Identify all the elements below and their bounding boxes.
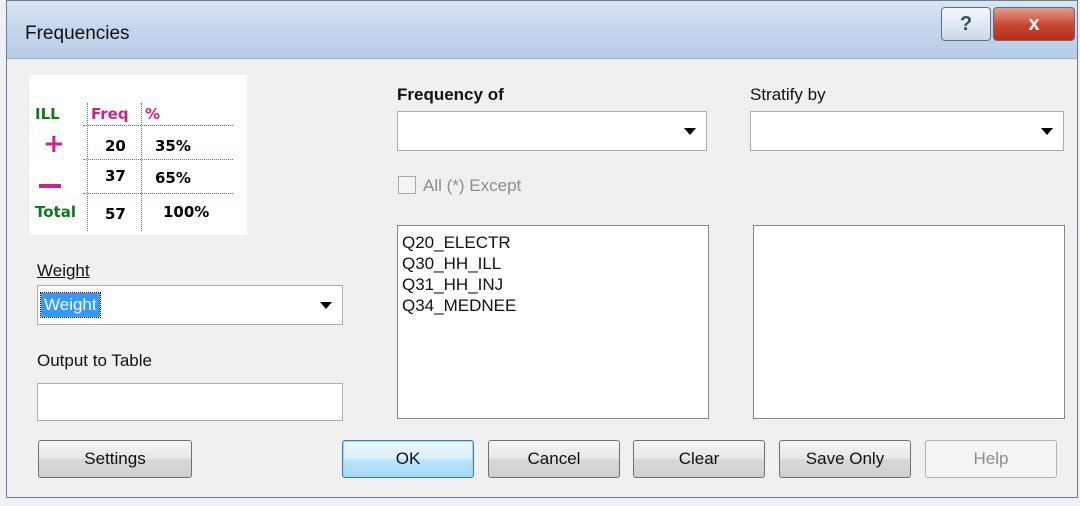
- output-table-input[interactable]: [37, 383, 343, 421]
- sample-row-negative-pct: 65%: [155, 169, 191, 187]
- sample-row-total-freq: 57: [105, 205, 126, 223]
- save-only-button[interactable]: Save Only: [779, 440, 911, 478]
- help-button[interactable]: Help: [925, 440, 1057, 478]
- sample-row-positive-freq: 20: [105, 137, 126, 155]
- sample-row-total-label: Total: [35, 203, 76, 221]
- cancel-button[interactable]: Cancel: [488, 440, 620, 478]
- chevron-down-icon[interactable]: [684, 128, 696, 135]
- dialog-body: ILL Freq % + 20 35% 37 65% Total 57 100%…: [7, 59, 1077, 497]
- clear-button[interactable]: Clear: [633, 440, 765, 478]
- stratify-by-combo[interactable]: [750, 111, 1064, 151]
- sample-header-pct: %: [145, 105, 161, 123]
- frequencies-dialog: Frequencies ? x ILL Freq % + 20 35% 37 6…: [6, 0, 1078, 498]
- sample-row-negative-label: [39, 174, 61, 192]
- stratify-by-value: [754, 119, 760, 143]
- output-table-label: Output to Table: [37, 351, 152, 370]
- sample-divider: [83, 159, 233, 160]
- variable-listbox[interactable]: Q20_ELECTR Q30_HH_ILL Q31_HH_INJ Q34_MED…: [397, 225, 709, 419]
- weight-combo-value: Weight: [40, 292, 101, 318]
- sample-divider: [87, 103, 88, 231]
- sample-row-total-pct: 100%: [163, 203, 210, 221]
- list-item[interactable]: Q20_ELECTR: [398, 232, 708, 253]
- weight-label-text: Weight: [37, 261, 90, 280]
- sample-row-negative-freq: 37: [105, 167, 126, 185]
- all-except-checkbox[interactable]: [398, 176, 416, 194]
- chevron-down-icon[interactable]: [1041, 128, 1053, 135]
- sample-divider: [141, 103, 142, 231]
- minus-icon: [39, 184, 61, 188]
- stratify-listbox[interactable]: [753, 225, 1065, 419]
- close-icon[interactable]: x: [993, 7, 1075, 41]
- weight-label: Weight: [37, 261, 90, 281]
- sample-header-ill: ILL: [35, 105, 60, 123]
- all-except-label: All (*) Except: [423, 176, 522, 195]
- weight-combo[interactable]: Weight: [37, 285, 343, 325]
- help-icon[interactable]: ?: [941, 7, 991, 41]
- sample-row-positive-pct: 35%: [155, 137, 191, 155]
- frequency-of-value: [401, 119, 407, 143]
- sample-frequency-table: ILL Freq % + 20 35% 37 65% Total 57 100%: [29, 75, 247, 235]
- sample-header-freq: Freq: [91, 105, 129, 123]
- settings-button[interactable]: Settings: [38, 440, 192, 478]
- sample-divider: [83, 125, 233, 126]
- list-item[interactable]: Q30_HH_ILL: [398, 253, 708, 274]
- title-bar[interactable]: Frequencies ? x: [7, 1, 1077, 59]
- ok-button[interactable]: OK: [342, 440, 474, 478]
- frequency-of-combo[interactable]: [397, 111, 707, 151]
- list-item[interactable]: Q34_MEDNEE: [398, 295, 708, 316]
- list-item[interactable]: Q31_HH_INJ: [398, 274, 708, 295]
- frequency-of-label: Frequency of: [397, 85, 504, 104]
- sample-row-positive-label: +: [43, 129, 65, 159]
- chevron-down-icon[interactable]: [320, 302, 332, 309]
- sample-divider: [83, 193, 233, 194]
- stratify-by-label: Stratify by: [750, 85, 826, 104]
- window-title: Frequencies: [25, 23, 130, 44]
